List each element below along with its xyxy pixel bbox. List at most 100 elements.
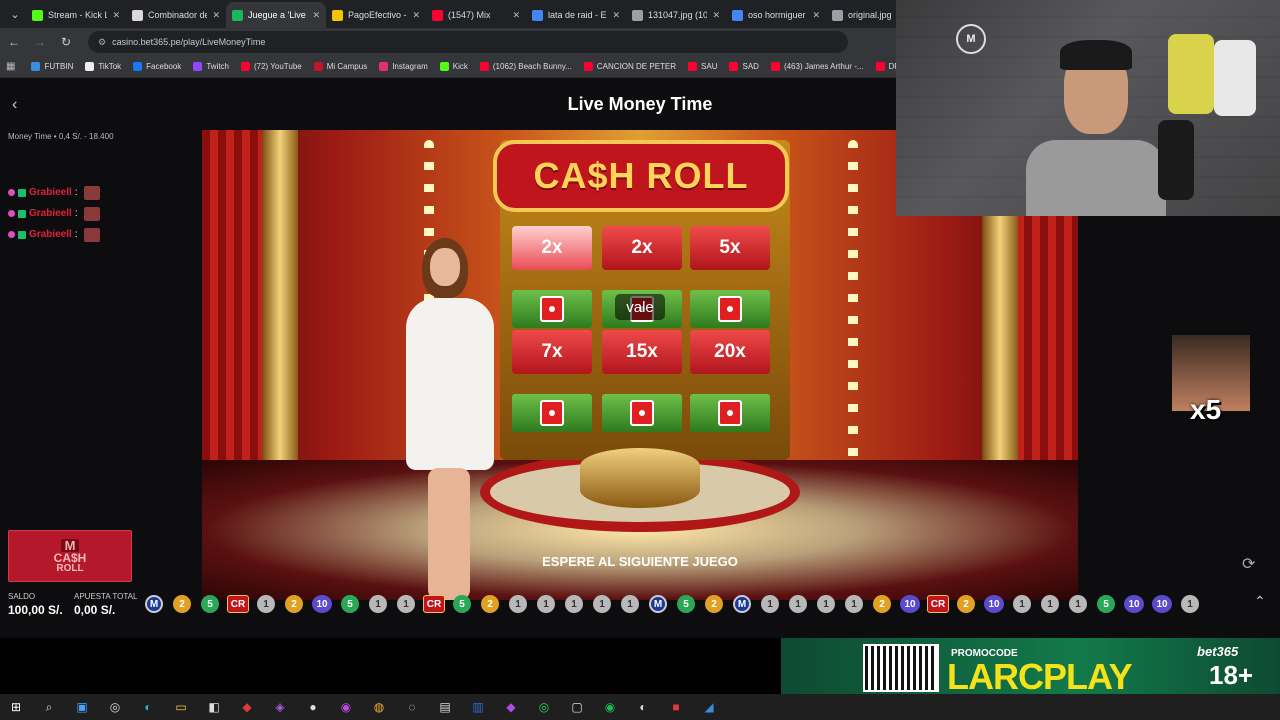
browser-tab[interactable]: Juegue a 'Live ✕ (226, 2, 326, 28)
tab-close-icon[interactable]: ✕ (412, 10, 420, 21)
word-icon[interactable]: ▥ (468, 697, 488, 717)
browser-tab[interactable]: Combinador de ✕ (126, 2, 226, 28)
browser-tab[interactable]: lata de raid - E ✕ (526, 2, 626, 28)
apps-grid-icon[interactable]: ▦ (6, 61, 15, 72)
tab-close-icon[interactable]: ✕ (712, 10, 720, 21)
bookmark-item[interactable]: (72) YouTube (240, 62, 302, 71)
gamepad-icon[interactable]: ◎ (105, 697, 125, 717)
app-violet-icon[interactable]: ◆ (501, 697, 521, 717)
bookmark-label: Twitch (206, 62, 229, 71)
app-purple-icon[interactable]: ◈ (270, 697, 290, 717)
chrome-icon[interactable]: ◍ (369, 697, 389, 717)
bookmark-item[interactable]: (463) James Arthur -... (770, 62, 864, 71)
store-icon[interactable]: ▣ (72, 697, 92, 717)
history-result-chip: 1 (257, 595, 275, 613)
calculator-icon[interactable]: ▤ (435, 697, 455, 717)
bookmark-item[interactable]: CANCION DE PETER (583, 62, 676, 71)
history-result-chip: 1 (537, 595, 555, 613)
die-icon (718, 296, 742, 322)
history-result-chip: 1 (761, 595, 779, 613)
chat-emote-icon (83, 227, 100, 242)
history-result-chip: 1 (789, 595, 807, 613)
history-result-chip: 2 (481, 595, 499, 613)
tab-close-icon[interactable]: ✕ (312, 10, 320, 21)
tooltip: vale (615, 294, 665, 320)
app-blue-icon[interactable]: ◢ (699, 697, 719, 717)
bookmark-item[interactable]: TikTok (85, 62, 121, 71)
multiplier-cell-top: 2x (602, 226, 682, 270)
bookmark-label: SAU (701, 62, 718, 71)
browser-tab[interactable]: oso hormiguer ✕ (726, 2, 826, 28)
hanging-jersey-yellow (1168, 34, 1214, 114)
bookmark-item[interactable]: Mi Campus (313, 62, 367, 71)
history-result-chip: CR (927, 595, 949, 613)
whatsapp-icon[interactable]: ◎ (534, 697, 554, 717)
total-bet-label: APUESTA TOTAL (74, 592, 138, 601)
browser-tab[interactable]: Stream - Kick L ✕ (26, 2, 126, 28)
promo-banner: PROMOCODE LARCPLAY bet365 18+ (781, 638, 1280, 694)
windows-start-icon[interactable]: ⊞ (6, 697, 26, 717)
edge-icon[interactable]: ◐ (138, 697, 158, 717)
spotify-icon[interactable]: ◉ (600, 697, 620, 717)
bookmark-favicon-icon (240, 62, 250, 71)
bookmark-favicon-icon (688, 62, 698, 71)
history-result-chip: M (145, 595, 163, 613)
davinci-icon[interactable]: ◐ (633, 697, 653, 717)
history-result-chip: 5 (453, 595, 471, 613)
bookmark-item[interactable]: Twitch (193, 62, 229, 71)
dice-cell (512, 394, 592, 432)
dice-cell (690, 290, 770, 328)
url-field[interactable]: ⚙ casino.bet365.pe/play/LiveMoneyTime (88, 31, 848, 53)
tab-favicon-icon (432, 9, 443, 21)
bookmark-item[interactable]: SAU (688, 62, 717, 71)
app-red-square-icon[interactable]: ■ (666, 697, 686, 717)
chat-message: Grabieell: (8, 203, 100, 224)
bookmark-favicon-icon (729, 62, 739, 71)
expand-history-chevron-icon[interactable]: ⌃ (1254, 593, 1266, 610)
bookmark-item[interactable]: (1062) Beach Bunny... (479, 62, 572, 71)
tab-close-icon[interactable]: ✕ (512, 10, 520, 21)
bookmark-item[interactable]: FUTBIN (31, 62, 73, 71)
browser-tab[interactable]: (1547) Mix ✕ (426, 2, 526, 28)
history-result-chip: 2 (873, 595, 891, 613)
bookmark-item[interactable]: Instagram (379, 62, 428, 71)
bookmark-label: (1062) Beach Bunny... (492, 62, 572, 71)
bookmark-item[interactable]: SAD (729, 62, 759, 71)
tab-label: lata de raid - E (548, 10, 607, 20)
site-info-icon[interactable]: ⚙ (98, 37, 106, 48)
dice-cell (602, 394, 682, 432)
bookmark-item[interactable]: Facebook (133, 62, 181, 71)
chat-badge-icon (8, 231, 15, 238)
folder-icon[interactable]: ▭ (171, 697, 191, 717)
streamlabs-icon[interactable]: ◌ (402, 697, 422, 717)
emote-count: x5 (1190, 394, 1222, 425)
tab-close-icon[interactable]: ✕ (612, 10, 620, 21)
tab-close-icon[interactable]: ✕ (812, 10, 820, 21)
search-icon[interactable]: ⌕ (39, 697, 59, 717)
back-arrow-icon[interactable]: ← (6, 35, 22, 49)
multiplier-cell-bottom: 7x (512, 330, 592, 374)
tab-favicon-icon (632, 9, 643, 21)
browser-tab[interactable]: PagoEfectivo - ✕ (326, 2, 426, 28)
app-red-icon[interactable]: ◆ (237, 697, 257, 717)
history-result-chip: 1 (593, 595, 611, 613)
stream-refresh-icon[interactable]: ⟳ (1242, 554, 1255, 574)
bookmark-item[interactable]: Kick (439, 62, 468, 71)
tab-search-icon[interactable]: ⌄ (4, 3, 26, 25)
app-pink-icon[interactable]: ◉ (336, 697, 356, 717)
app-box-icon[interactable]: ▢ (567, 697, 587, 717)
multiplier-cell-top: 2x (512, 226, 592, 270)
bookmark-favicon-icon (313, 62, 323, 71)
history-result-chip: 10 (312, 595, 332, 613)
tab-label: Combinador de (148, 10, 208, 20)
die-icon (718, 400, 742, 426)
forward-arrow-icon[interactable]: → (32, 35, 48, 49)
browser-tab[interactable]: 131047.jpg (10 ✕ (626, 2, 726, 28)
reload-icon[interactable]: ↻ (58, 35, 74, 49)
tab-close-icon[interactable]: ✕ (112, 10, 120, 21)
tab-close-icon[interactable]: ✕ (212, 10, 220, 21)
capcut-icon[interactable]: ◧ (204, 697, 224, 717)
history-result-chip: 10 (900, 595, 920, 613)
chat-emote-icon (83, 206, 100, 221)
obs-icon[interactable]: ● (303, 697, 323, 717)
